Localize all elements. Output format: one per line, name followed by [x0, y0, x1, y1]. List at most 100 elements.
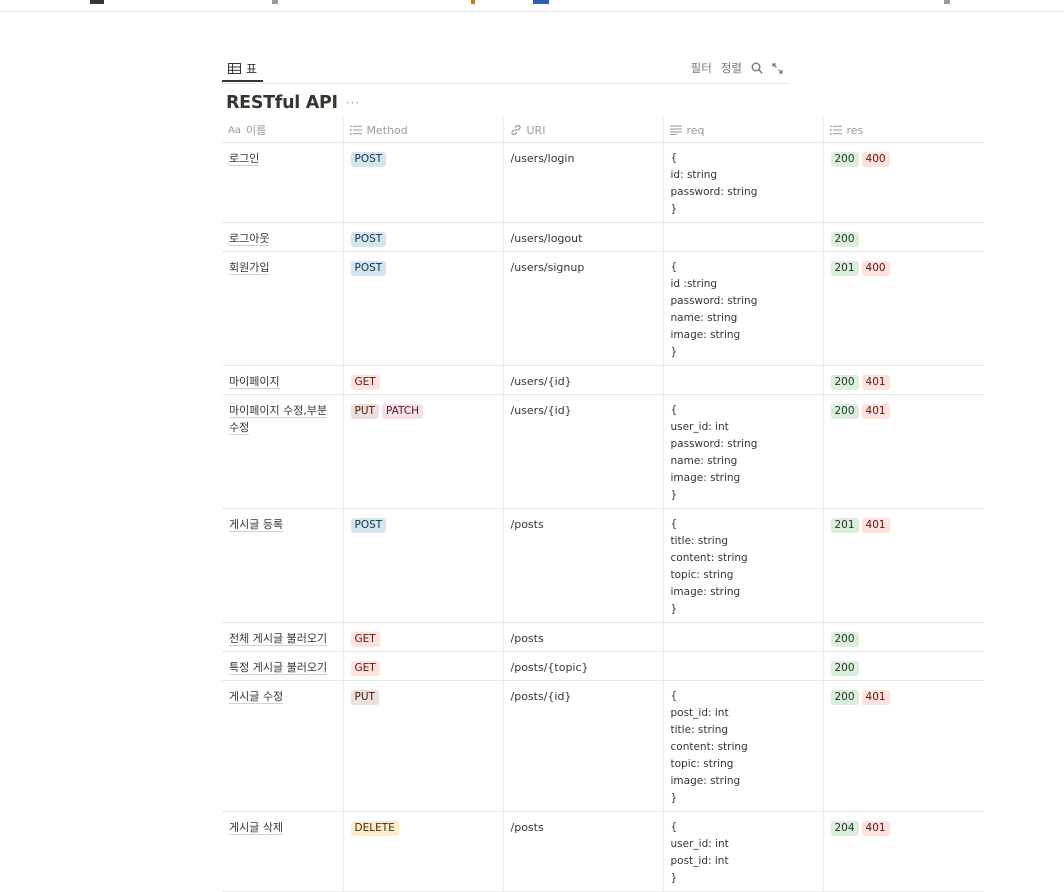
- filter-button[interactable]: 필터: [691, 60, 712, 76]
- cell-req[interactable]: [662, 222, 823, 252]
- column-header-res[interactable]: res: [822, 118, 984, 143]
- column-header-uri[interactable]: URI: [502, 118, 663, 143]
- cell-req[interactable]: [662, 622, 823, 652]
- cell-res[interactable]: 200: [822, 222, 984, 252]
- cell-uri[interactable]: /posts: [502, 811, 663, 892]
- cell-req[interactable]: { post_id: int title: string content: st…: [662, 680, 823, 812]
- column-label: res: [846, 123, 864, 137]
- cell-name[interactable]: 마이페이지 수정,부분 수정: [222, 394, 343, 509]
- cell-name[interactable]: 게시글 등록: [222, 508, 343, 623]
- cell-method[interactable]: GET: [342, 365, 503, 395]
- expand-icon: [772, 62, 783, 74]
- table-row[interactable]: 게시글 삭제 DELETE/posts { user_id: int post_id…: [222, 811, 984, 892]
- more-options-button[interactable]: ···: [346, 96, 360, 110]
- cell-res[interactable]: 200 401: [822, 365, 984, 395]
- row-title[interactable]: 게시글 삭제: [229, 821, 284, 835]
- table-row[interactable]: 회원가입 POST/users/signup { id :string passwo…: [222, 251, 984, 366]
- table-row[interactable]: 마이페이지 GET/users/{id} 200 401: [222, 365, 984, 395]
- cell-name[interactable]: 게시글 수정: [222, 680, 343, 812]
- row-title[interactable]: 로그아웃: [229, 232, 270, 246]
- cell-res[interactable]: 201 401: [822, 508, 984, 623]
- status-code-tag: 200: [830, 375, 859, 390]
- status-code-tag: 200: [830, 690, 859, 705]
- cell-uri[interactable]: /users/logout: [502, 222, 663, 252]
- cell-name[interactable]: 로그아웃: [222, 222, 343, 252]
- sort-button[interactable]: 정렬: [721, 60, 742, 76]
- table-row[interactable]: 마이페이지 수정,부분 수정 PUT PATCH/users/{id} { user_…: [222, 394, 984, 509]
- search-icon: [751, 62, 763, 74]
- cell-res[interactable]: 200: [822, 651, 984, 681]
- uri-text: /users/{id}: [510, 375, 572, 388]
- cell-req[interactable]: { title: string content: string topic: s…: [662, 508, 823, 623]
- table-row[interactable]: 로그아웃 POST/users/logout 200: [222, 222, 984, 252]
- cell-req[interactable]: { user_id: int post_id: int }: [662, 811, 823, 892]
- cell-uri[interactable]: /users/login: [502, 142, 663, 223]
- cell-uri[interactable]: /posts: [502, 508, 663, 623]
- cell-uri[interactable]: /users/{id}: [502, 365, 663, 395]
- cell-name[interactable]: 회원가입: [222, 251, 343, 366]
- cell-name[interactable]: 로그인: [222, 142, 343, 223]
- row-title[interactable]: 마이페이지 수정,부분 수정: [229, 404, 328, 435]
- status-code-tag: 401: [861, 690, 890, 705]
- cell-name[interactable]: 게시글 삭제: [222, 811, 343, 892]
- cell-res[interactable]: 200: [822, 622, 984, 652]
- column-header-req[interactable]: req: [662, 118, 823, 143]
- cell-res[interactable]: 201 400: [822, 251, 984, 366]
- cell-uri[interactable]: /users/{id}: [502, 394, 663, 509]
- cell-req[interactable]: { id: string password: string }: [662, 142, 823, 223]
- cell-res[interactable]: 200 401: [822, 680, 984, 812]
- cell-req[interactable]: { user_id: int password: string name: st…: [662, 394, 823, 509]
- search-button[interactable]: [751, 62, 763, 74]
- method-tag: POST: [350, 518, 387, 533]
- expand-button[interactable]: [772, 62, 783, 74]
- row-title[interactable]: 게시글 등록: [229, 518, 284, 532]
- cell-method[interactable]: GET: [342, 651, 503, 681]
- status-code-tag: 400: [861, 152, 890, 167]
- cell-method[interactable]: POST: [342, 222, 503, 252]
- cell-method[interactable]: POST: [342, 142, 503, 223]
- cell-res[interactable]: 204 401: [822, 811, 984, 892]
- database-title[interactable]: RESTful API: [226, 93, 338, 113]
- row-title[interactable]: 회원가입: [229, 261, 270, 275]
- cell-req[interactable]: { id :string password: string name: stri…: [662, 251, 823, 366]
- cell-method[interactable]: PUT PATCH: [342, 394, 503, 509]
- row-title[interactable]: 마이페이지: [229, 375, 280, 389]
- cell-uri[interactable]: /posts/{id}: [502, 680, 663, 812]
- row-title[interactable]: 게시글 수정: [229, 690, 284, 704]
- row-title[interactable]: 특정 게시글 불러오기: [229, 661, 328, 675]
- method-tag: PATCH: [381, 404, 423, 419]
- cell-uri[interactable]: /posts: [502, 622, 663, 652]
- cell-name[interactable]: 마이페이지: [222, 365, 343, 395]
- table-row[interactable]: 전체 게시글 불러오기 GET/posts 200: [222, 622, 984, 652]
- cell-req[interactable]: [662, 365, 823, 395]
- status-code-tag: 200: [830, 661, 859, 676]
- cell-name[interactable]: 전체 게시글 불러오기: [222, 622, 343, 652]
- tab-label: 표: [246, 61, 258, 76]
- column-label: req: [686, 123, 705, 137]
- uri-text: /posts: [510, 518, 544, 531]
- cell-method[interactable]: DELETE: [342, 811, 503, 892]
- cell-method[interactable]: POST: [342, 251, 503, 366]
- cell-method[interactable]: POST: [342, 508, 503, 623]
- cell-res[interactable]: 200 401: [822, 394, 984, 509]
- row-title[interactable]: 전체 게시글 불러오기: [229, 632, 328, 646]
- table-row[interactable]: 특정 게시글 불러오기 GET/posts/{topic} 200: [222, 651, 984, 681]
- table-row[interactable]: 게시글 수정 PUT/posts/{id} { post_id: int title…: [222, 680, 984, 812]
- status-code-tag: 200: [830, 404, 859, 419]
- cell-uri[interactable]: /posts/{topic}: [502, 651, 663, 681]
- database-title-row: RESTful API ···: [226, 93, 360, 113]
- cell-method[interactable]: PUT: [342, 680, 503, 812]
- cell-uri[interactable]: /users/signup: [502, 251, 663, 366]
- table-row[interactable]: 게시글 등록 POST/posts { title: string content:…: [222, 508, 984, 623]
- status-code-tag: 200: [830, 152, 859, 167]
- table-row[interactable]: 로그인 POST/users/login { id: string password…: [222, 142, 984, 223]
- tab-table-view[interactable]: 표: [222, 56, 264, 82]
- row-title[interactable]: 로그인: [229, 152, 260, 166]
- column-header-name[interactable]: Aa 이름: [222, 118, 343, 143]
- cell-res[interactable]: 200 400: [822, 142, 984, 223]
- cell-name[interactable]: 특정 게시글 불러오기: [222, 651, 343, 681]
- cell-req[interactable]: [662, 651, 823, 681]
- column-header-method[interactable]: Method: [342, 118, 503, 143]
- table-body: 로그인 POST/users/login { id: string password…: [222, 142, 984, 892]
- cell-method[interactable]: GET: [342, 622, 503, 652]
